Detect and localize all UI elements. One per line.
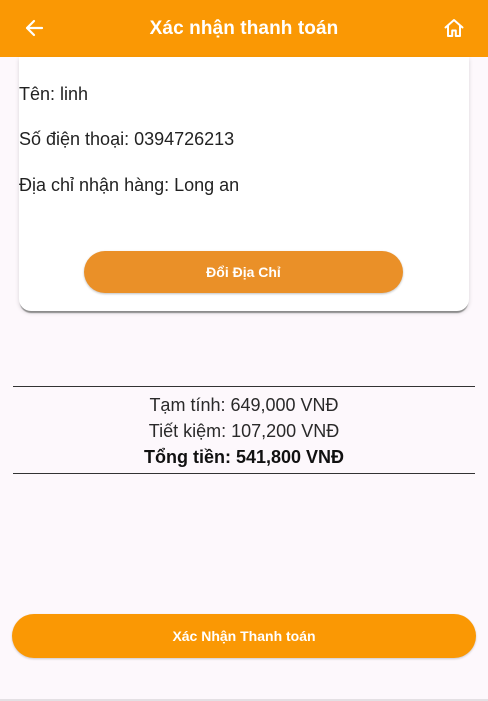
customer-name: Tên: linh [19, 84, 89, 104]
back-button[interactable] [18, 12, 50, 44]
home-icon [444, 19, 464, 37]
change-address-button[interactable]: Đổi Địa Chỉ [84, 251, 403, 293]
savings-text: Tiết kiệm: 107,200 VNĐ [148, 421, 340, 441]
confirm-payment-button[interactable]: Xác Nhận Thanh toán [12, 614, 476, 658]
customer-address: Địa chỉ nhận hàng: Long an [19, 175, 240, 195]
app-bar: Xác nhận thanh toán [0, 0, 488, 57]
customer-info-card: Tên: linh Số điện thoại: 0394726213 Địa … [19, 57, 469, 311]
subtotal-text: Tạm tính: 649,000 VNĐ [149, 395, 339, 415]
customer-phone: Số điện thoại: 0394726213 [19, 129, 235, 149]
home-button[interactable] [438, 12, 470, 44]
arrow-left-icon [25, 19, 44, 37]
total-text: Tổng tiền: 541,800 VNĐ [143, 447, 345, 467]
page-title: Xác nhận thanh toán [149, 17, 339, 39]
summary-top-divider [13, 386, 475, 387]
summary-bottom-divider [13, 473, 475, 474]
